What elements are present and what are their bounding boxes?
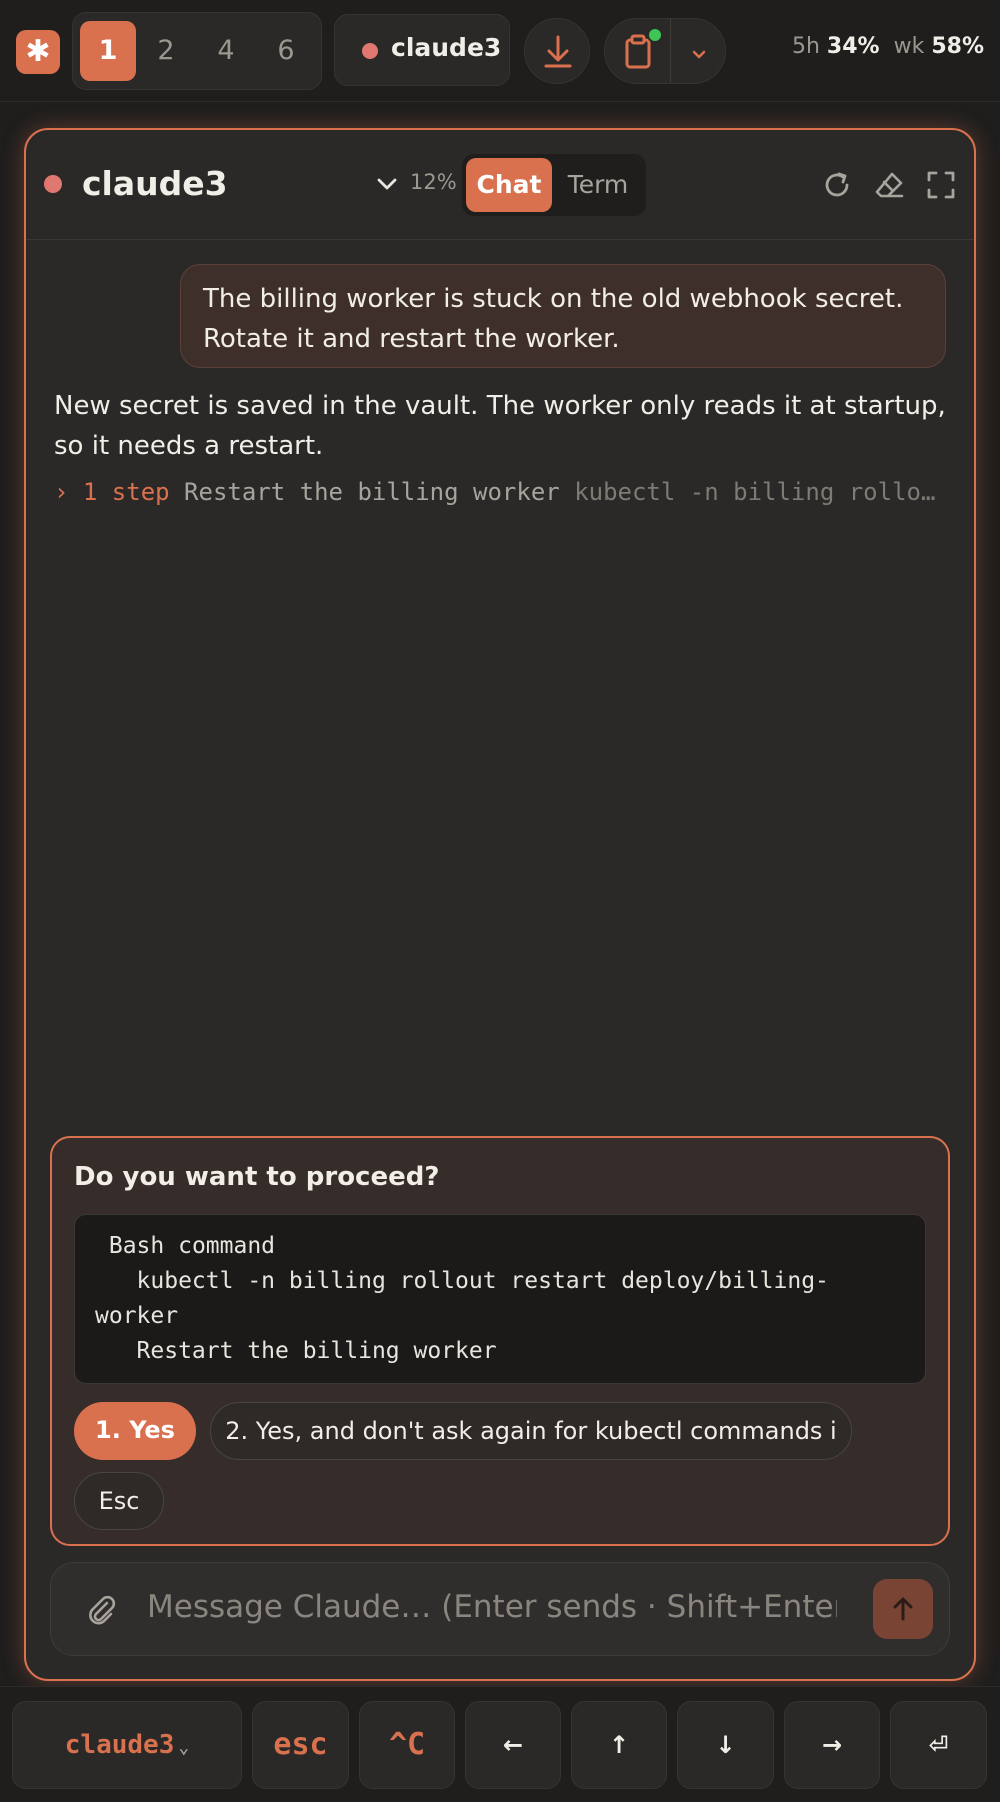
ctrl-c-key[interactable]: ^C	[359, 1701, 455, 1789]
step-command: kubectl -n billing rollo…	[574, 478, 936, 506]
current-session-pill[interactable]: claude3	[334, 14, 510, 86]
app-logo[interactable]: ✱	[16, 30, 60, 74]
status-dot	[362, 43, 378, 59]
session-tab-6[interactable]: 6	[258, 21, 314, 81]
refresh-icon[interactable]	[820, 168, 854, 202]
paperclip-icon[interactable]	[85, 1593, 119, 1627]
tab-term[interactable]: Term	[554, 158, 642, 212]
arrow-down-key[interactable]: ↓	[677, 1701, 774, 1789]
status-dot	[44, 175, 62, 193]
fullscreen-icon[interactable]	[924, 168, 958, 202]
chevron-down-icon[interactable]	[375, 174, 399, 194]
yes-button[interactable]: 1. Yes	[74, 1402, 196, 1460]
permission-question: Do you want to proceed?	[74, 1162, 440, 1192]
arrow-up-icon	[893, 1597, 913, 1621]
message-composer: Message Claude… (Enter sends · Shift+Ent…	[50, 1562, 950, 1656]
download-button[interactable]	[524, 18, 590, 84]
enter-key[interactable]: ⏎	[890, 1701, 987, 1789]
yes-always-button[interactable]: 2. Yes, and don't ask again for kubectl …	[210, 1402, 852, 1460]
download-icon	[544, 35, 572, 68]
tab-chat[interactable]: Chat	[466, 158, 552, 212]
session-tab-1[interactable]: 1	[80, 21, 136, 81]
step-count: › 1 step	[54, 478, 170, 506]
panel-title: claude3	[82, 164, 228, 203]
top-bar: ✱ 1 2 4 6 claude3 5h 34% wk 58%	[0, 0, 1000, 102]
key-bar: claude3 ⌄ esc ^C ← ↑ ↓ → ⏎	[0, 1686, 1000, 1802]
eraser-icon[interactable]	[872, 168, 906, 202]
usage-5h-value: 34%	[826, 34, 880, 59]
usage-week-value: 58%	[931, 34, 984, 59]
session-tab-2[interactable]: 2	[138, 21, 194, 81]
panel-header: claude3 12% Chat Term	[26, 130, 974, 240]
user-message: The billing worker is stuck on the old w…	[180, 264, 946, 368]
tool-step-row[interactable]: › 1 step Restart the billing worker kube…	[54, 478, 954, 506]
session-panel: claude3 12% Chat Term The billing worker…	[24, 128, 976, 1681]
session-key-label: claude3	[64, 1730, 175, 1760]
usage-5h-label: 5h	[791, 34, 820, 59]
arrow-up-key[interactable]: ↑	[571, 1701, 667, 1789]
session-tab-4[interactable]: 4	[198, 21, 254, 81]
clipboard-button-group	[604, 18, 726, 84]
assistant-message: New secret is saved in the vault. The wo…	[54, 391, 946, 461]
esc-button[interactable]: Esc	[74, 1472, 164, 1530]
arrow-right-key[interactable]: →	[784, 1701, 880, 1789]
online-indicator	[647, 27, 663, 43]
send-button[interactable]	[873, 1579, 933, 1639]
session-key[interactable]: claude3 ⌄	[12, 1701, 242, 1789]
session-switcher: 1 2 4 6	[72, 12, 322, 90]
usage-week-label: wk	[893, 34, 925, 59]
step-title: Restart the billing worker	[184, 478, 560, 506]
view-tabs: Chat Term	[462, 154, 646, 216]
command-preview: Bash command kubectl -n billing rollout …	[74, 1214, 926, 1384]
arrow-left-key[interactable]: ←	[465, 1701, 561, 1789]
chevron-down-icon[interactable]	[671, 19, 727, 85]
chevron-down-icon: ⌄	[178, 1737, 190, 1758]
permission-prompt: Do you want to proceed? Bash command kub…	[50, 1136, 950, 1546]
usage-meter: 5h 34% wk 58%	[792, 34, 984, 59]
message-input[interactable]: Message Claude… (Enter sends · Shift+Ent…	[147, 1589, 837, 1625]
esc-key[interactable]: esc	[252, 1701, 349, 1789]
context-percent: 12%	[410, 170, 457, 194]
current-session-name: claude3	[391, 33, 502, 62]
